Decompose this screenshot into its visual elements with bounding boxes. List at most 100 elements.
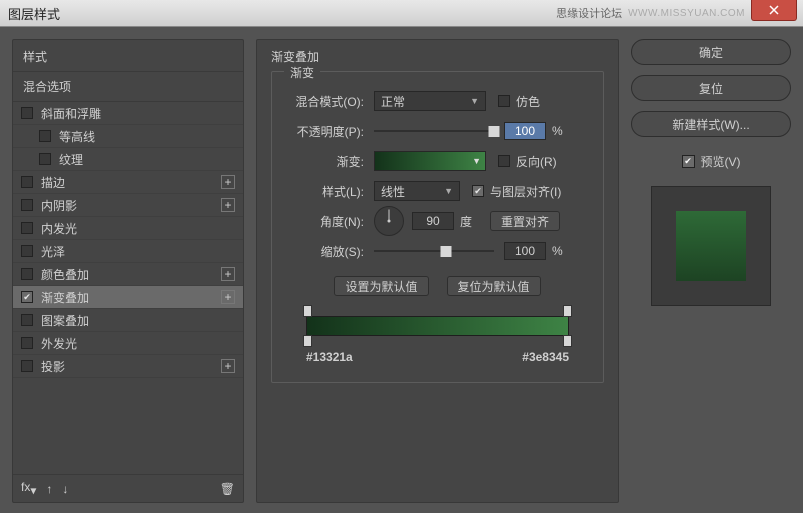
- style-row-渐变叠加[interactable]: 渐变叠加+: [13, 286, 243, 309]
- add-effect-icon[interactable]: +: [221, 359, 235, 373]
- style-label: 内发光: [41, 220, 235, 237]
- style-row-纹理[interactable]: 纹理: [13, 148, 243, 171]
- styles-header[interactable]: 样式: [13, 40, 243, 72]
- style-row-投影[interactable]: 投影+: [13, 355, 243, 378]
- titlebar-right: 思缘设计论坛 WWW.MISSYUAN.COM: [556, 5, 803, 21]
- opacity-stop-right[interactable]: [563, 305, 572, 317]
- close-button[interactable]: [751, 0, 797, 21]
- group-title: 渐变: [284, 64, 320, 81]
- add-effect-icon[interactable]: +: [221, 290, 235, 304]
- scale-field[interactable]: 100: [504, 242, 546, 260]
- style-checkbox[interactable]: [21, 268, 33, 280]
- opacity-stop-left[interactable]: [303, 305, 312, 317]
- cancel-button[interactable]: 复位: [631, 75, 791, 101]
- align-label: 与图层对齐(I): [490, 183, 561, 200]
- preview-checkbox[interactable]: [682, 155, 695, 168]
- blendmode-select[interactable]: 正常▼: [374, 91, 486, 111]
- gradient-bar[interactable]: [306, 316, 569, 336]
- preview-toggle-row: 预览(V): [631, 153, 791, 170]
- style-checkbox[interactable]: [21, 176, 33, 188]
- hex-left: #13321a: [306, 350, 353, 364]
- percent-unit: %: [552, 244, 563, 258]
- style-label: 渐变叠加: [41, 289, 221, 306]
- style-checkbox[interactable]: [39, 153, 51, 165]
- style-checkbox[interactable]: [21, 107, 33, 119]
- dialog-body: 样式 混合选项 斜面和浮雕等高线纹理描边+内阴影+内发光光泽颜色叠加+渐变叠加+…: [0, 27, 803, 513]
- style-checkbox[interactable]: [21, 245, 33, 257]
- style-row-光泽[interactable]: 光泽: [13, 240, 243, 263]
- style-label: 光泽: [41, 243, 235, 260]
- section-title: 渐变叠加: [271, 48, 604, 65]
- reset-default-button[interactable]: 复位为默认值: [447, 276, 541, 296]
- gradient-group: 渐变 混合模式(O): 正常▼ 仿色 不透明度(P): 100 % 渐变: ▼ …: [271, 71, 604, 383]
- styles-panel: 样式 混合选项 斜面和浮雕等高线纹理描边+内阴影+内发光光泽颜色叠加+渐变叠加+…: [12, 39, 244, 503]
- style-row-斜面和浮雕[interactable]: 斜面和浮雕: [13, 102, 243, 125]
- style-checkbox[interactable]: [21, 199, 33, 211]
- style-row-内阴影[interactable]: 内阴影+: [13, 194, 243, 217]
- style-row-颜色叠加[interactable]: 颜色叠加+: [13, 263, 243, 286]
- fx-menu[interactable]: fx▾: [21, 480, 36, 497]
- style-label: 描边: [41, 174, 221, 191]
- style-checkbox[interactable]: [21, 360, 33, 372]
- ok-button[interactable]: 确定: [631, 39, 791, 65]
- percent-unit: %: [552, 124, 563, 138]
- dither-checkbox[interactable]: [498, 95, 510, 107]
- move-up-icon[interactable]: ↑: [46, 482, 52, 496]
- blend-options-header[interactable]: 混合选项: [13, 72, 243, 102]
- titlebar: 图层样式 思缘设计论坛 WWW.MISSYUAN.COM: [0, 0, 803, 27]
- trash-icon[interactable]: 🗑: [220, 482, 235, 496]
- angle-unit: 度: [460, 213, 472, 230]
- close-icon: [769, 5, 779, 15]
- gradient-label: 渐变:: [288, 153, 374, 170]
- hex-right: #3e8345: [522, 350, 569, 364]
- set-default-button[interactable]: 设置为默认值: [334, 276, 428, 296]
- style-row-外发光[interactable]: 外发光: [13, 332, 243, 355]
- style-label: 样式(L):: [288, 183, 374, 200]
- options-panel: 渐变叠加 渐变 混合模式(O): 正常▼ 仿色 不透明度(P): 100 % 渐…: [256, 39, 619, 503]
- color-stop-left[interactable]: [303, 335, 312, 347]
- style-list: 斜面和浮雕等高线纹理描边+内阴影+内发光光泽颜色叠加+渐变叠加+图案叠加外发光投…: [13, 102, 243, 474]
- style-label: 内阴影: [41, 197, 221, 214]
- blendmode-label: 混合模式(O):: [288, 93, 374, 110]
- style-label: 投影: [41, 358, 221, 375]
- style-checkbox[interactable]: [39, 130, 51, 142]
- chevron-down-icon: ▼: [470, 96, 479, 106]
- angle-field[interactable]: 90: [412, 212, 454, 230]
- align-checkbox[interactable]: [472, 185, 484, 197]
- style-row-图案叠加[interactable]: 图案叠加: [13, 309, 243, 332]
- style-label: 图案叠加: [41, 312, 235, 329]
- angle-label: 角度(N):: [288, 213, 374, 230]
- style-label: 颜色叠加: [41, 266, 221, 283]
- reverse-label: 反向(R): [516, 153, 557, 170]
- style-checkbox[interactable]: [21, 337, 33, 349]
- watermark-text: 思缘设计论坛: [556, 5, 622, 21]
- dither-label: 仿色: [516, 93, 540, 110]
- color-stop-right[interactable]: [563, 335, 572, 347]
- watermark-url: WWW.MISSYUAN.COM: [628, 8, 745, 19]
- add-effect-icon[interactable]: +: [221, 198, 235, 212]
- opacity-slider[interactable]: [374, 124, 494, 138]
- preview-label: 预览(V): [701, 153, 741, 170]
- style-row-等高线[interactable]: 等高线: [13, 125, 243, 148]
- reverse-checkbox[interactable]: [498, 155, 510, 167]
- scale-slider[interactable]: [374, 244, 494, 258]
- new-style-button[interactable]: 新建样式(W)...: [631, 111, 791, 137]
- style-label: 纹理: [59, 151, 235, 168]
- move-down-icon[interactable]: ↓: [62, 482, 68, 496]
- chevron-down-icon: ▼: [444, 186, 453, 196]
- add-effect-icon[interactable]: +: [221, 175, 235, 189]
- style-label: 外发光: [41, 335, 235, 352]
- style-row-描边[interactable]: 描边+: [13, 171, 243, 194]
- style-checkbox[interactable]: [21, 291, 33, 303]
- style-checkbox[interactable]: [21, 314, 33, 326]
- angle-dial[interactable]: [374, 206, 404, 236]
- styles-footer: fx▾ ↑ ↓ 🗑: [13, 474, 243, 502]
- style-label: 斜面和浮雕: [41, 105, 235, 122]
- add-effect-icon[interactable]: +: [221, 267, 235, 281]
- reset-align-button[interactable]: 重置对齐: [490, 211, 560, 231]
- style-select[interactable]: 线性▼: [374, 181, 460, 201]
- style-row-内发光[interactable]: 内发光: [13, 217, 243, 240]
- style-checkbox[interactable]: [21, 222, 33, 234]
- opacity-field[interactable]: 100: [504, 122, 546, 140]
- gradient-picker[interactable]: ▼: [374, 151, 486, 171]
